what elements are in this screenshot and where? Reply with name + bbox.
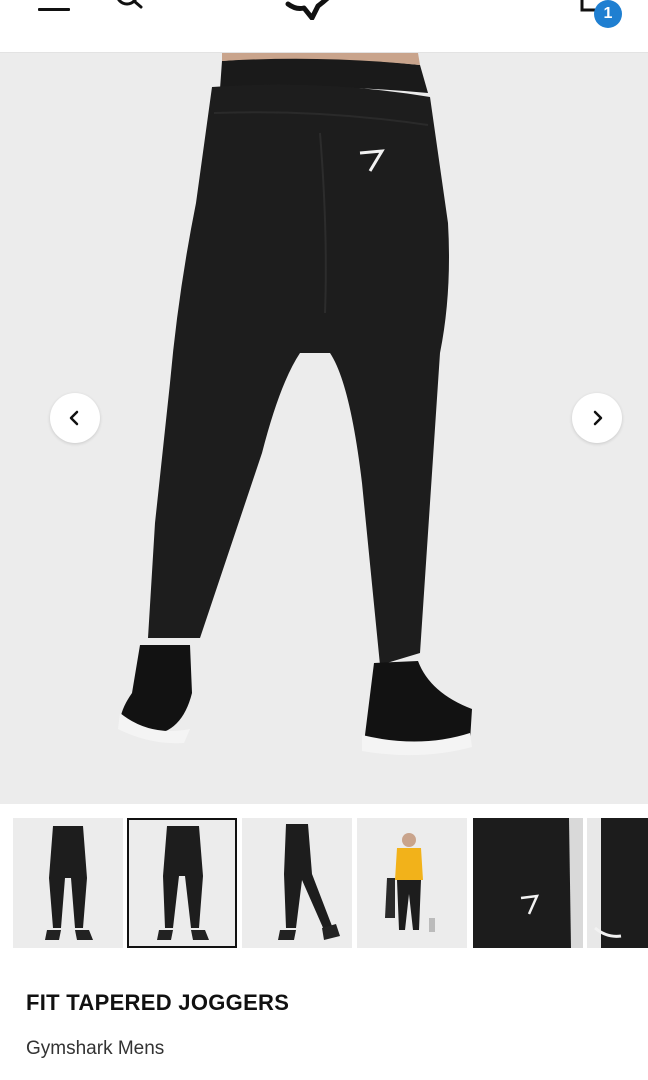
thumbnail-4[interactable]	[357, 818, 467, 948]
next-image-button[interactable]	[572, 393, 622, 443]
top-header: 1	[0, 0, 648, 53]
product-main-image[interactable]	[0, 53, 648, 804]
thumbnail-6[interactable]	[587, 818, 648, 948]
thumbnail-5[interactable]	[473, 818, 583, 948]
search-icon[interactable]	[110, 0, 146, 16]
product-title: FIT TAPERED JOGGERS	[26, 990, 290, 1015]
shopping-bag-button[interactable]: 1	[574, 0, 624, 30]
previous-image-button[interactable]	[50, 393, 100, 443]
chevron-right-icon	[593, 410, 603, 426]
hamburger-menu-icon[interactable]	[38, 0, 70, 18]
thumbnail-3[interactable]	[242, 818, 352, 948]
thumbnail-strip[interactable]	[0, 818, 648, 950]
thumbnail-1[interactable]	[13, 818, 123, 948]
chevron-left-icon	[69, 410, 79, 426]
cart-count-badge: 1	[594, 0, 622, 28]
thumbnail-2[interactable]	[127, 818, 237, 948]
product-subtitle: Gymshark Mens	[26, 1038, 165, 1059]
gymshark-logo-icon[interactable]	[282, 0, 342, 21]
